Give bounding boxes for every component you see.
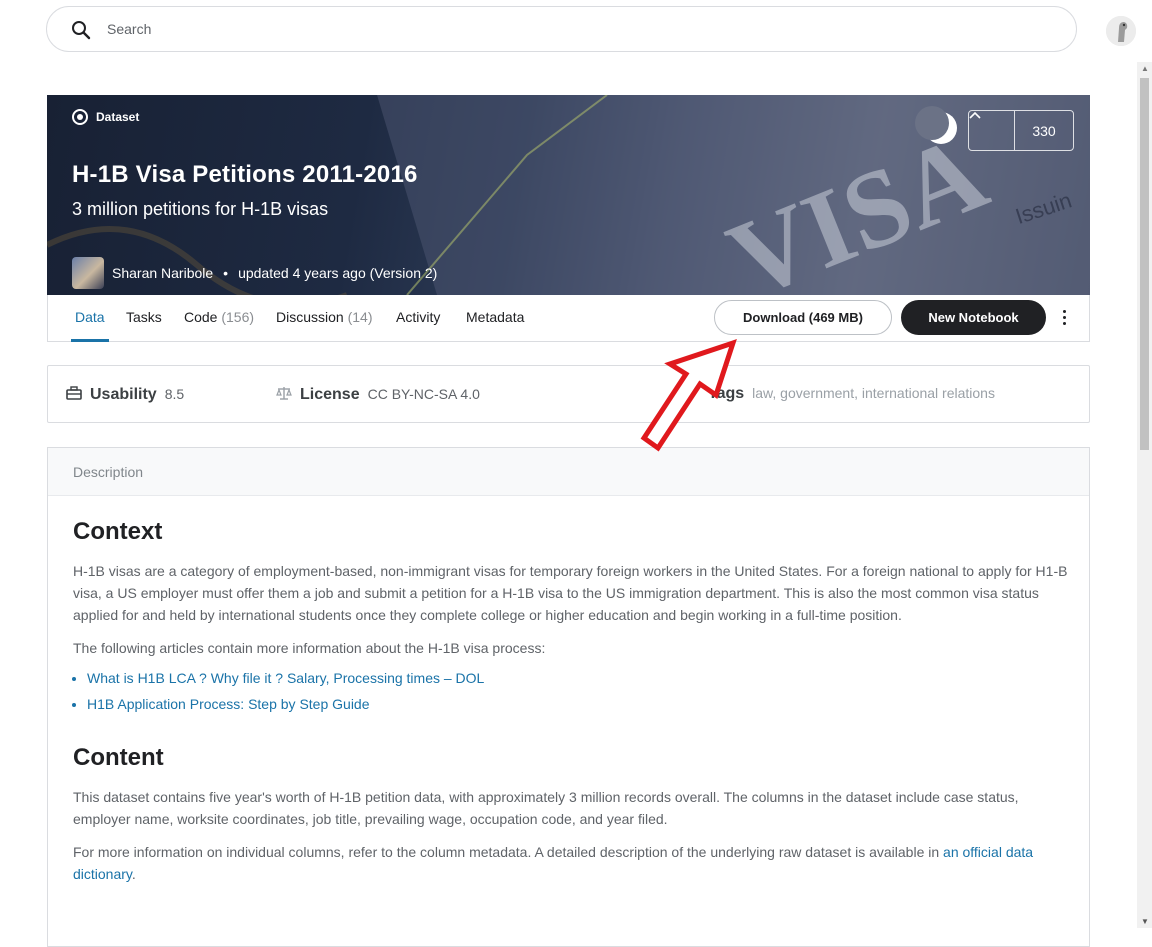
scale-icon [276,387,292,400]
usability-value: 8.5 [164,386,185,402]
description-body: Context H-1B visas are a category of emp… [73,518,1068,885]
theme-badge-icon [915,106,957,144]
article-links: What is H1B LCA ? Why file it ? Salary, … [73,665,1068,717]
upvote-widget[interactable]: 330 [968,110,1074,151]
content-metadata-paragraph: For more information on individual colum… [73,844,1034,882]
vote-count: 330 [1032,122,1056,139]
tab-metadata[interactable]: Metadata [466,309,524,325]
article-link-process[interactable]: H1B Application Process: Step by Step Gu… [87,691,1068,717]
owner-name[interactable]: Sharan Naribole [112,265,213,281]
scroll-up-icon[interactable]: ▲ [1141,64,1149,73]
tags-list: law, government, international relations [752,385,995,401]
dataset-type: Dataset [72,109,139,125]
discussion-count: (14) [347,309,373,325]
code-count: (156) [221,309,255,325]
search-icon [72,21,91,40]
upvote-button[interactable] [969,111,1015,150]
dataset-banner: VISA Issuin Dataset H-1B Visa Petitions … [47,95,1090,295]
tag-law[interactable]: law [752,385,772,401]
new-notebook-button[interactable]: New Notebook [901,300,1046,335]
license-label: License [300,386,360,403]
download-button[interactable]: Download (469 MB) [714,300,892,335]
tags-item: Tags law, government, international rela… [708,385,995,403]
dataset-type-label: Dataset [96,110,140,124]
search-bar[interactable]: Search [46,6,1077,52]
search-input[interactable]: Search [107,21,151,37]
updated-text: updated 4 years ago (Version 2) [238,265,438,281]
tab-tasks[interactable]: Tasks [126,309,162,325]
scrollbar-thumb[interactable] [1140,78,1149,450]
tab-discussion[interactable]: Discussion (14) [276,309,373,325]
avatar-image [1106,16,1136,46]
active-tab-indicator [71,339,109,342]
usability-label: Usability [90,386,157,403]
tag-government[interactable]: government [780,385,854,401]
more-options-icon[interactable] [1056,305,1072,329]
owner-avatar[interactable] [72,257,104,289]
owner-separator: • [223,265,229,281]
description-panel: Description Context H-1B visas are a cat… [47,447,1090,947]
articles-intro: The following articles contain more info… [73,640,546,656]
annotation-arrow-icon [640,339,737,452]
context-heading: Context [73,518,163,545]
user-avatar[interactable] [1106,16,1136,46]
license-item: License CC BY-NC-SA 4.0 [276,385,480,404]
tab-data[interactable]: Data [75,309,105,325]
tab-activity[interactable]: Activity [396,309,440,325]
content-paragraph: This dataset contains five year's worth … [73,789,1019,827]
briefcase-icon [66,386,82,400]
description-header: Description [48,448,1089,496]
dataset-icon [72,109,88,125]
tag-international-relations[interactable]: international relations [862,385,995,401]
dataset-title: H-1B Visa Petitions 2011-2016 [72,161,418,188]
dataset-info-bar: Usability 8.5 License CC BY-NC-SA 4.0 Ta… [47,365,1090,423]
scroll-down-icon[interactable]: ▼ [1141,917,1149,926]
dataset-subtitle: 3 million petitions for H-1B visas [72,199,329,219]
dataset-tabbar: Data Tasks Code (156) Discussion (14) Ac… [47,295,1090,342]
chevron-up-icon [969,111,981,119]
page-scrollbar[interactable]: ▲ ▼ [1137,62,1152,928]
dataset-owner-line: Sharan Naribole • updated 4 years ago (V… [72,257,437,289]
usability-item: Usability 8.5 [66,385,184,404]
article-link-lca[interactable]: What is H1B LCA ? Why file it ? Salary, … [87,665,1068,691]
content-heading: Content [73,744,164,771]
tab-code[interactable]: Code (156) [184,309,254,325]
context-paragraph: H-1B visas are a category of employment-… [73,563,1068,623]
license-value[interactable]: CC BY-NC-SA 4.0 [368,386,480,402]
